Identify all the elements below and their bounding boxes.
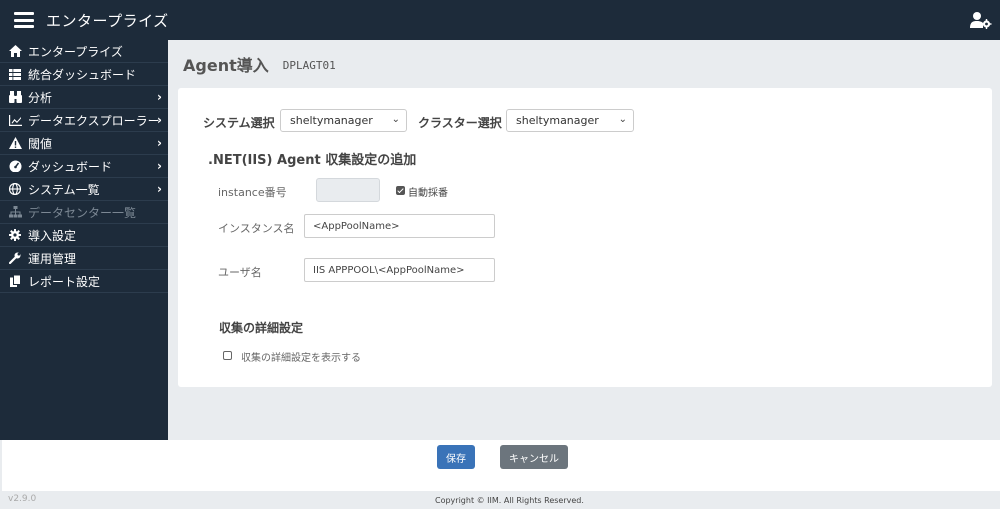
sidebar-item-data-explorer[interactable]: データエクスプローラー › — [0, 109, 168, 132]
copyright-text: Copyright © IIM. All Rights Reserved. — [435, 496, 584, 505]
sidebar-item-label: エンタープライズ — [28, 44, 123, 59]
chevron-right-icon: › — [157, 113, 162, 127]
instance-name-label: インスタンス名 — [218, 222, 295, 235]
sidebar-item-label: ダッシュボード — [28, 159, 113, 174]
sidebar-item-operation-management[interactable]: 運用管理 — [0, 247, 168, 270]
page-header: Agent導入 DPLAGT01 — [168, 40, 1000, 88]
cancel-button[interactable]: キャンセル — [500, 445, 568, 469]
sidebar-item-threshold[interactable]: 閾値 › — [0, 132, 168, 155]
chevron-right-icon: › — [157, 136, 162, 150]
sidebar-item-label: レポート設定 — [28, 274, 101, 289]
gauge-icon — [8, 159, 22, 173]
sidebar-item-integrated-dashboard[interactable]: 統合ダッシュボード — [0, 63, 168, 86]
copy-icon — [8, 274, 22, 288]
wrench-icon — [8, 251, 22, 265]
sidebar-item-analysis[interactable]: 分析 › — [0, 86, 168, 109]
sidebar-item-label: 分析 — [28, 90, 53, 105]
area-chart-icon — [8, 113, 22, 127]
menu-icon[interactable] — [14, 12, 34, 28]
form-card: システム選択 sheltymanager ⌄ クラスター選択 sheltyman… — [178, 88, 992, 387]
instance-number-label: instance番号 — [218, 186, 287, 199]
instance-name-input[interactable]: <AppPoolName> — [304, 214, 495, 238]
sidebar-item-dashboard[interactable]: ダッシュボード › — [0, 155, 168, 178]
home-icon — [8, 44, 22, 58]
detail-settings-title: 収集の詳細設定 — [219, 321, 304, 335]
chevron-down-icon: ⌄ — [618, 114, 627, 125]
section-title: .NET(IIS) Agent 収集設定の追加 — [208, 153, 417, 168]
chevron-right-icon: › — [157, 182, 162, 196]
globe-icon — [8, 182, 22, 196]
cluster-select[interactable]: sheltymanager ⌄ — [506, 109, 634, 132]
auto-number-label: 自動採番 — [408, 188, 448, 199]
app-title: エンタープライズ — [46, 11, 169, 30]
version-label: v2.9.0 — [8, 494, 37, 504]
chevron-down-icon: ⌄ — [391, 114, 400, 125]
instance-number-input — [316, 178, 380, 202]
user-name-input[interactable]: IIS APPPOOL\<AppPoolName> — [304, 258, 495, 282]
page-title: Agent導入 — [183, 56, 269, 75]
sidebar-item-label: データエクスプローラー — [28, 113, 160, 128]
save-button[interactable]: 保存 — [437, 445, 475, 469]
sidebar: エンタープライズ 統合ダッシュボード 分析 › データエクスプローラー › 閾値… — [0, 40, 168, 440]
system-select-label: システム選択 — [203, 116, 275, 130]
system-select[interactable]: sheltymanager ⌄ — [280, 109, 407, 132]
sidebar-item-system-list[interactable]: システム一覧 › — [0, 178, 168, 201]
detail-settings-checkbox[interactable] — [223, 351, 232, 360]
cluster-select-label: クラスター選択 — [418, 116, 502, 130]
user-name-label: ユーザ名 — [218, 266, 262, 279]
cluster-select-value: sheltymanager — [516, 114, 599, 127]
sidebar-item-datacenter-list: データセンター一覧 — [0, 201, 168, 224]
gear-icon — [8, 228, 22, 242]
sidebar-item-label: 運用管理 — [28, 251, 77, 266]
sitemap-icon — [8, 205, 22, 219]
auto-number-checkbox[interactable] — [396, 186, 405, 195]
sidebar-item-deploy-settings[interactable]: 導入設定 — [0, 224, 168, 247]
warning-icon — [8, 136, 22, 150]
top-bar: エンタープライズ — [0, 0, 1000, 40]
binoculars-icon — [8, 90, 22, 104]
sidebar-item-report-settings[interactable]: レポート設定 — [0, 270, 168, 293]
sidebar-item-label: データセンター一覧 — [28, 205, 137, 220]
sidebar-item-enterprise[interactable]: エンタープライズ — [0, 40, 168, 63]
sidebar-item-label: 統合ダッシュボード — [28, 67, 137, 82]
detail-settings-checkbox-label: 収集の詳細設定を表示する — [241, 353, 361, 364]
chevron-right-icon: › — [157, 90, 162, 104]
sidebar-item-label: 閾値 — [28, 136, 53, 151]
grid-icon — [8, 67, 22, 81]
sidebar-item-label: 導入設定 — [28, 228, 77, 243]
action-bar: 保存 キャンセル — [2, 440, 1000, 491]
system-select-value: sheltymanager — [290, 114, 373, 127]
user-settings-icon[interactable] — [970, 11, 992, 29]
page-code: DPLAGT01 — [282, 59, 336, 72]
sidebar-item-label: システム一覧 — [28, 182, 100, 197]
chevron-right-icon: › — [157, 159, 162, 173]
